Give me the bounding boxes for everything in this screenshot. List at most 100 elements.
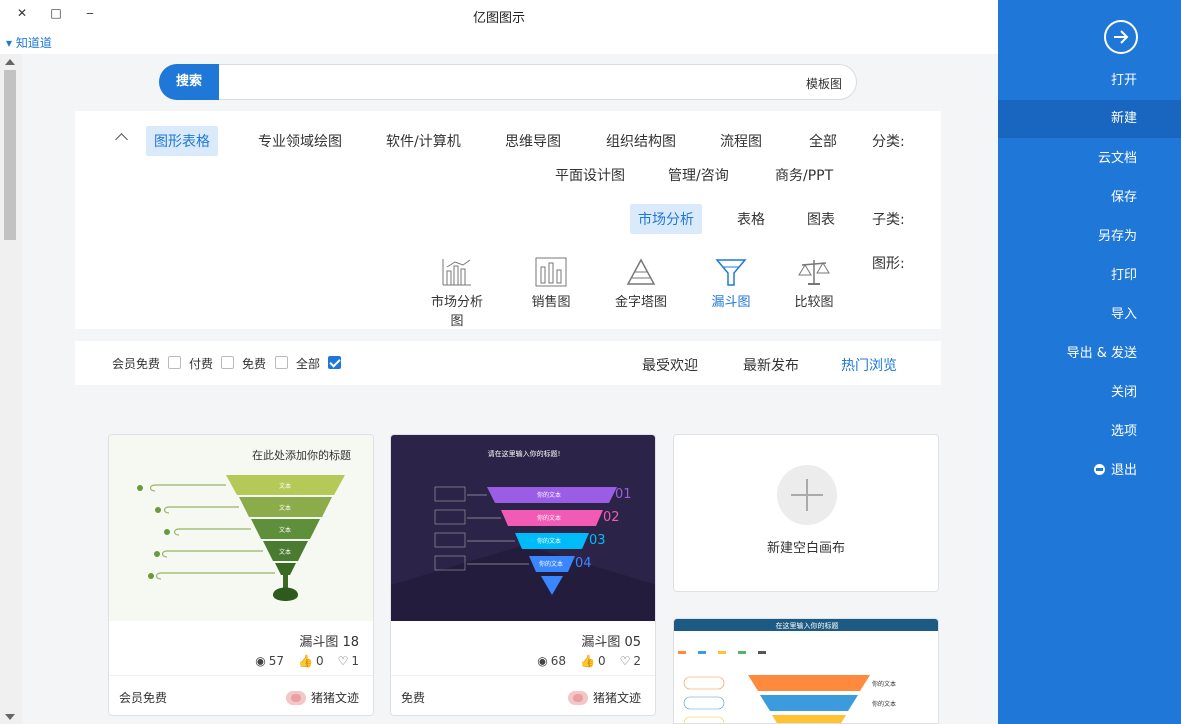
subcategory-market-analysis[interactable]: 市场分析 bbox=[630, 204, 702, 234]
filter-free-label: 免费 bbox=[242, 357, 267, 371]
thumb-title: 在此处添加你的标题 bbox=[252, 449, 351, 462]
funnel-text: 文本 bbox=[279, 527, 292, 534]
category-graphic-table[interactable]: 图形表格 bbox=[146, 126, 218, 156]
sort-popular[interactable]: 最受欢迎 bbox=[642, 355, 698, 375]
author-name: 猪猪文迹 bbox=[592, 691, 641, 705]
favs-count: 1 bbox=[351, 654, 359, 668]
category-professional[interactable]: 专业领域绘图 bbox=[258, 131, 342, 151]
sidebar-item-new[interactable]: 新建 bbox=[998, 100, 1181, 138]
sidebar-item-save[interactable]: 保存 bbox=[998, 179, 1181, 217]
new-blank-canvas-card[interactable]: 新建空白画布 bbox=[673, 434, 939, 592]
new-blank-canvas-label: 新建空白画布 bbox=[766, 541, 845, 556]
scroll-thumb[interactable] bbox=[4, 70, 16, 240]
shape-market-analysis-label: 市场分析图 bbox=[430, 295, 483, 329]
category-all[interactable]: 全部 bbox=[809, 131, 837, 151]
category-business-ppt[interactable]: 商务/PPT bbox=[775, 165, 833, 185]
avatar bbox=[285, 690, 306, 705]
funnel-label-02: 02 bbox=[603, 510, 620, 525]
shape-comparison[interactable]: 比较图 bbox=[784, 253, 844, 310]
sidebar-item-close[interactable]: 关闭 bbox=[998, 374, 1181, 412]
filter-free-checkbox[interactable] bbox=[275, 356, 288, 369]
sidebar-item-export[interactable]: 导出 & 发送 bbox=[998, 335, 1181, 373]
shape-market-analysis[interactable]: 市场分析图 bbox=[427, 253, 487, 329]
sidebar-item-open[interactable]: 打开 bbox=[998, 62, 1181, 100]
author-name: 猪猪文迹 bbox=[310, 691, 359, 705]
template-card[interactable]: 在这里输入你的标题 你的文本 你的文本 bbox=[673, 618, 939, 724]
views-stat: ◉ 68 bbox=[537, 654, 566, 668]
filter-all-checkbox[interactable] bbox=[328, 356, 341, 369]
thumb-title: 在这里输入你的标题 bbox=[775, 622, 839, 630]
sidebar-item-exit-label: 退出 bbox=[1110, 463, 1137, 478]
sidebar-item-import[interactable]: 导入 bbox=[998, 296, 1181, 334]
back-arrow-icon[interactable] bbox=[1104, 20, 1138, 54]
category-management[interactable]: 管理/咨询 bbox=[668, 165, 729, 185]
category-graphic-design[interactable]: 平面设计图 bbox=[555, 165, 625, 185]
likes-stat[interactable]: 👍 0 bbox=[298, 654, 324, 668]
template-title: 漏斗图 05 bbox=[581, 635, 641, 650]
filter-member-free-checkbox[interactable] bbox=[168, 356, 181, 369]
template-author[interactable]: 猪猪文迹 bbox=[567, 689, 641, 706]
template-card[interactable]: 请在这里输入你的标题! 01 02 03 04 你的文本 你的文本 你的文本 你… bbox=[390, 434, 656, 716]
category-mindmap[interactable]: 思维导图 bbox=[505, 131, 561, 151]
sidebar-item-options[interactable]: 选项 bbox=[998, 413, 1181, 451]
views-count: 68 bbox=[550, 654, 566, 668]
shape-sales[interactable]: 销售图 bbox=[521, 253, 581, 310]
funnel-label-01: 01 bbox=[615, 487, 632, 502]
thumbs-up-icon: 👍 bbox=[298, 654, 313, 668]
sidebar-item-save-as[interactable]: 另存为 bbox=[998, 218, 1181, 256]
vertical-scrollbar[interactable] bbox=[0, 54, 22, 724]
filter-member-free-label: 会员免费 bbox=[112, 357, 161, 371]
scroll-up-arrow-icon[interactable] bbox=[5, 59, 15, 65]
filter-paid-checkbox[interactable] bbox=[221, 356, 234, 369]
shape-sales-label: 销售图 bbox=[531, 295, 571, 310]
window-title: 亿图图示 bbox=[472, 11, 525, 26]
category-org-chart[interactable]: 组织结构图 bbox=[606, 131, 676, 151]
sub-menu-left[interactable]: ▾ 知道道 bbox=[6, 34, 52, 51]
template-author[interactable]: 猪猪文迹 bbox=[285, 689, 359, 706]
collapse-chevron-icon[interactable] bbox=[115, 133, 128, 146]
shape-pyramid[interactable]: 金字塔图 bbox=[611, 253, 671, 310]
template-title: 漏斗图 18 bbox=[299, 635, 359, 650]
title-bar: ✕ □ ‒ 亿图图示 bbox=[0, 0, 998, 30]
likes-count: 0 bbox=[315, 654, 324, 668]
scroll-down-arrow-icon[interactable] bbox=[5, 714, 15, 720]
filter-paid-label: 付费 bbox=[189, 357, 214, 371]
sort-latest[interactable]: 最新发布 bbox=[743, 355, 799, 375]
template-footer: 猪猪文迹 会员免费 bbox=[109, 675, 373, 715]
subcategory-table[interactable]: 表格 bbox=[737, 209, 765, 229]
heart-icon: ♡ bbox=[337, 654, 349, 668]
scale-icon bbox=[784, 253, 844, 287]
sidebar-item-exit[interactable]: 退出 bbox=[998, 452, 1181, 490]
sidebar-item-print[interactable]: 打印 bbox=[998, 257, 1181, 295]
funnel-text: 你的文本 bbox=[537, 492, 562, 499]
template-thumbnail: 在此处添加你的标题 文本 文本 文本 文本 bbox=[109, 435, 373, 621]
favs-count: 2 bbox=[633, 654, 641, 668]
funnel-text: 你的文本 bbox=[539, 561, 564, 568]
subcategory-chart[interactable]: 图表 bbox=[807, 209, 835, 229]
plus-icon bbox=[777, 465, 837, 525]
search-bar[interactable]: 搜索 模板图 bbox=[159, 64, 857, 100]
shape-funnel-label: 漏斗图 bbox=[711, 295, 751, 310]
favs-stat[interactable]: ♡ 2 bbox=[620, 654, 641, 668]
funnel-text: 你的文本 bbox=[872, 701, 897, 708]
likes-stat[interactable]: 👍 0 bbox=[580, 654, 606, 668]
search-input[interactable]: 模板图 bbox=[806, 75, 842, 92]
search-button[interactable]: 搜索 bbox=[159, 64, 219, 100]
funnel-text: 文本 bbox=[279, 549, 292, 556]
sidebar-item-cloud[interactable]: 云文档 bbox=[998, 140, 1181, 178]
template-stats: ◉ 57 👍 0 ♡ 1 bbox=[255, 654, 359, 668]
template-footer: 猪猪文迹 免费 bbox=[391, 675, 655, 715]
funnel-label-03: 03 bbox=[589, 533, 606, 548]
shape-pyramid-label: 金字塔图 bbox=[614, 295, 667, 310]
eye-icon: ◉ bbox=[255, 654, 266, 668]
sort-hot[interactable]: 热门浏览 bbox=[841, 355, 897, 375]
likes-count: 0 bbox=[597, 654, 606, 668]
favs-stat[interactable]: ♡ 1 bbox=[338, 654, 359, 668]
heart-icon: ♡ bbox=[619, 654, 631, 668]
template-card[interactable]: 在此处添加你的标题 文本 文本 文本 文本 漏斗图 18 ◉ 57 👍 0 ♡ 1 猪… bbox=[108, 434, 374, 716]
shape-funnel[interactable]: 漏斗图 bbox=[701, 253, 761, 310]
category-flowchart[interactable]: 流程图 bbox=[720, 131, 762, 151]
template-stats: ◉ 68 👍 0 ♡ 2 bbox=[537, 654, 641, 668]
eye-icon: ◉ bbox=[537, 654, 548, 668]
category-software[interactable]: 软件/计算机 bbox=[386, 131, 461, 151]
